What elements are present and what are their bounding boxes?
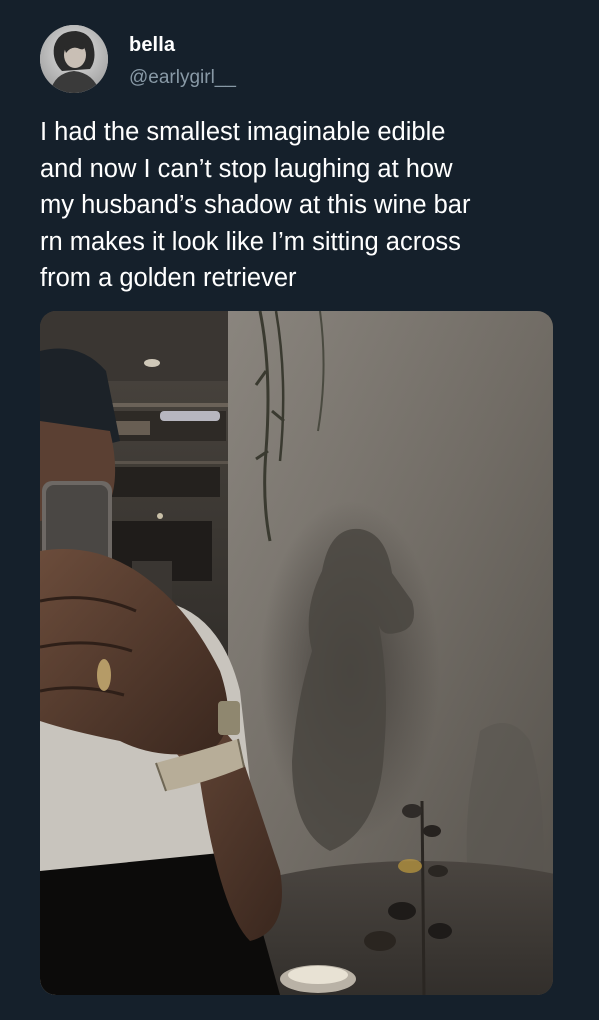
wine-bar-shadow-photo [40, 311, 553, 995]
user-handle[interactable]: @earlygirl__ [129, 66, 236, 90]
tweet-text: I had the smallest imaginable edible and… [40, 118, 471, 292]
avatar[interactable] [40, 25, 108, 93]
tweet-photo[interactable] [40, 311, 553, 995]
tweet-card: bella @earlygirl__ I had the smallest im… [0, 0, 599, 1020]
display-name[interactable]: bella [129, 33, 175, 57]
profile-photo-icon [40, 25, 108, 93]
